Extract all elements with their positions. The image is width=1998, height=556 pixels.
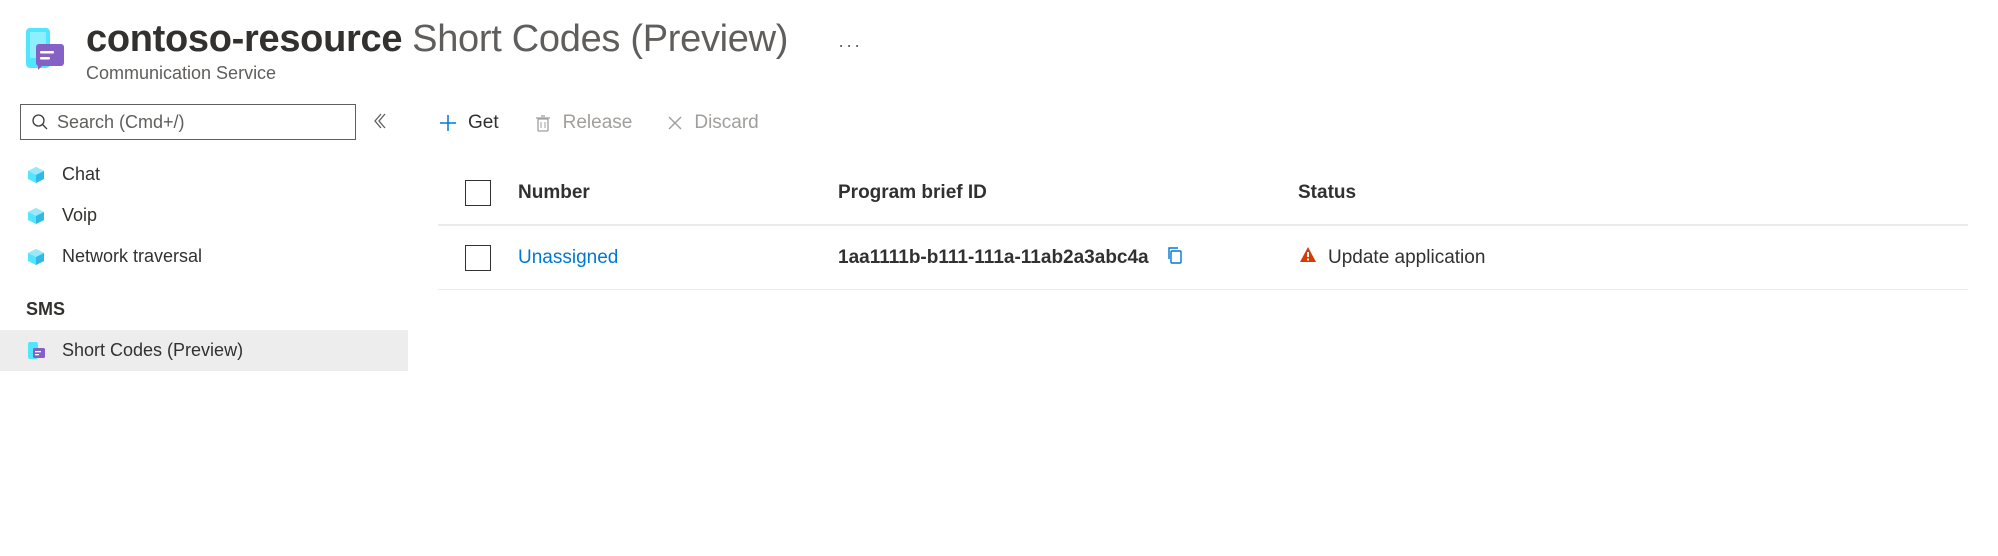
table-header-row: Number Program brief ID Status <box>438 162 1968 226</box>
page-title-section: Short Codes (Preview) <box>412 18 788 61</box>
release-button: Release <box>533 112 633 134</box>
trash-icon <box>533 113 553 133</box>
toolbar-button-label: Release <box>563 112 633 134</box>
page-subtitle: Communication Service <box>86 63 862 84</box>
sidebar-item-label: Chat <box>62 164 100 185</box>
get-button[interactable]: Get <box>438 112 499 134</box>
status-text: Update application <box>1328 247 1485 269</box>
sidebar-item-voip[interactable]: Voip <box>0 195 408 236</box>
search-icon <box>31 113 49 131</box>
resource-icon <box>20 18 68 77</box>
more-actions-button[interactable]: ··· <box>798 35 862 56</box>
row-checkbox[interactable] <box>465 245 491 271</box>
sidebar-section-sms: SMS <box>0 277 408 330</box>
discard-button: Discard <box>666 112 758 134</box>
page-title-resource: contoso-resource <box>86 18 402 61</box>
copy-icon[interactable] <box>1165 245 1185 271</box>
sidebar-item-short-codes[interactable]: Short Codes (Preview) <box>0 330 408 371</box>
short-codes-icon <box>26 341 46 361</box>
toolbar-button-label: Discard <box>694 112 758 134</box>
warning-icon <box>1298 245 1318 271</box>
cube-icon <box>26 247 46 267</box>
program-brief-id-value: 1aa1111b-b111-111a-11ab2a3abc4a <box>838 247 1149 269</box>
number-link[interactable]: Unassigned <box>518 247 618 268</box>
select-all-checkbox[interactable] <box>465 180 491 206</box>
collapse-sidebar-button[interactable] <box>370 112 388 133</box>
sidebar-item-label: Network traversal <box>62 246 202 267</box>
search-box[interactable] <box>20 104 356 140</box>
cube-icon <box>26 206 46 226</box>
search-input[interactable] <box>57 112 345 133</box>
cube-icon <box>26 165 46 185</box>
sidebar-item-label: Voip <box>62 205 97 226</box>
column-header-status[interactable]: Status <box>1298 182 1968 204</box>
sidebar-item-label: Short Codes (Preview) <box>62 340 243 361</box>
plus-icon <box>438 113 458 133</box>
sidebar-item-network-traversal[interactable]: Network traversal <box>0 236 408 277</box>
close-icon <box>666 114 684 132</box>
column-header-program-brief-id[interactable]: Program brief ID <box>838 182 1298 204</box>
table-row: Unassigned 1aa1111b-b111-111a-11ab2a3abc… <box>438 226 1968 290</box>
column-header-number[interactable]: Number <box>518 182 838 204</box>
sidebar-item-chat[interactable]: Chat <box>0 154 408 195</box>
toolbar-button-label: Get <box>468 112 499 134</box>
